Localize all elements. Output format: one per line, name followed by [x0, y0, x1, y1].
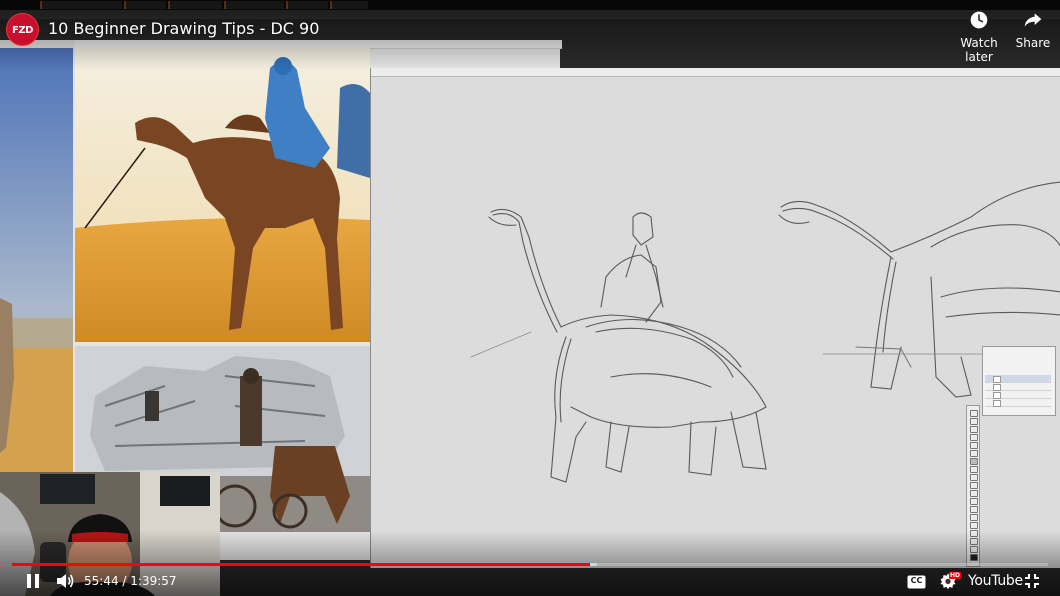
- settings-button[interactable]: HD: [939, 572, 962, 590]
- reference-photo-camel: [75, 48, 370, 342]
- tool-icon: [970, 418, 978, 425]
- volume-icon: [57, 574, 74, 588]
- volume-button[interactable]: [55, 572, 75, 590]
- sketch-canvas-window: [370, 68, 1060, 568]
- captions-button[interactable]: CC: [907, 574, 926, 589]
- time-separator: /: [118, 574, 131, 588]
- channel-logo-text: FZD: [12, 25, 33, 36]
- tool-icon: [970, 482, 978, 489]
- reference-photo-sky: [0, 48, 73, 472]
- video-player[interactable]: FZD 10 Beginner Drawing Tips - DC 90 Wat…: [0, 0, 1060, 596]
- video-title[interactable]: 10 Beginner Drawing Tips - DC 90: [48, 19, 319, 38]
- layer-row: [985, 383, 1051, 391]
- sketch-canvas: [371, 77, 1060, 568]
- tool-icon: [970, 490, 978, 497]
- tool-icon: [970, 506, 978, 513]
- tool-icon: [970, 458, 978, 465]
- youtube-logo[interactable]: YouTube: [968, 573, 1023, 589]
- share-arrow-icon: [1024, 13, 1042, 27]
- duration: 1:39:57: [130, 574, 177, 588]
- exit-fullscreen-icon: [1025, 574, 1039, 588]
- progress-bar[interactable]: [12, 563, 1048, 566]
- pause-button[interactable]: [24, 572, 42, 590]
- tool-icon: [970, 522, 978, 529]
- time-display: 55:44 / 1:39:57: [84, 574, 177, 588]
- pause-icon: [27, 574, 39, 588]
- tool-icon: [970, 498, 978, 505]
- tool-icon: [970, 410, 978, 417]
- exit-fullscreen-button[interactable]: [1024, 573, 1040, 589]
- channel-avatar[interactable]: FZD: [6, 13, 39, 46]
- layer-row: [985, 399, 1051, 407]
- tool-icon: [970, 450, 978, 457]
- share-button[interactable]: Share: [1015, 10, 1051, 50]
- share-label: Share: [1015, 36, 1051, 50]
- hd-badge: HD: [949, 572, 962, 579]
- tool-icon: [970, 466, 978, 473]
- cc-label: CC: [910, 576, 923, 585]
- tool-icon: [970, 434, 978, 441]
- clock-icon: [970, 11, 988, 29]
- watch-later-button[interactable]: Watch later: [947, 10, 1011, 64]
- tool-icon: [970, 442, 978, 449]
- watch-later-label: Watch later: [960, 36, 998, 64]
- current-time: 55:44: [84, 574, 119, 588]
- layer-row: [985, 375, 1051, 383]
- tool-icon: [970, 474, 978, 481]
- tool-icon: [970, 426, 978, 433]
- layers-panel: [982, 346, 1056, 416]
- layer-row: [985, 391, 1051, 399]
- progress-played: [12, 563, 591, 566]
- tool-icon: [970, 514, 978, 521]
